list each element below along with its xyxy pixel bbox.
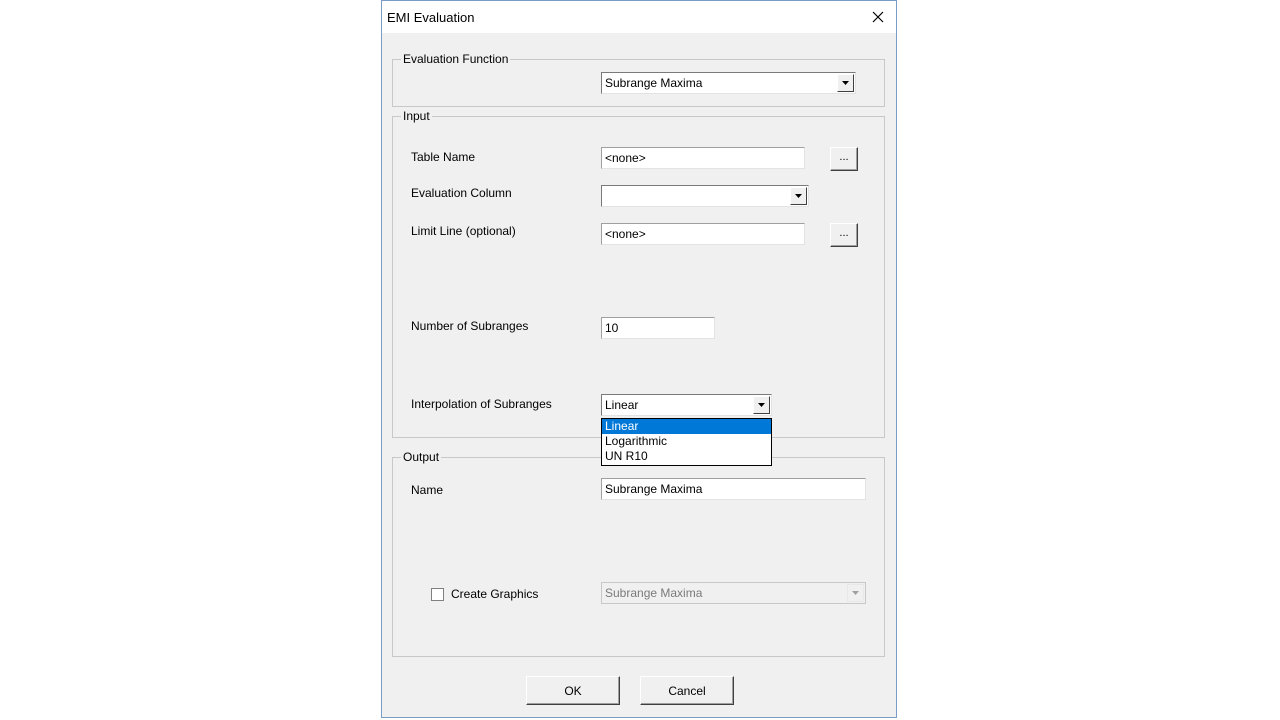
output-legend: Output [401,450,442,464]
evaluation-function-select[interactable]: Subrange Maxima [601,72,856,94]
create-graphics-label[interactable]: Create Graphics [451,587,538,601]
limit-line-label: Limit Line (optional) [411,224,516,238]
table-name-label: Table Name [411,150,476,164]
output-name-field[interactable]: Subrange Maxima [601,478,866,500]
title-bar: EMI Evaluation [382,1,896,33]
cancel-button[interactable]: Cancel [640,676,734,705]
dropdown-arrow-icon[interactable] [837,74,854,92]
table-name-field[interactable]: <none> [601,147,805,169]
evaluation-column-select[interactable] [601,185,809,207]
limit-line-field[interactable]: <none> [601,223,805,245]
dropdown-option-linear[interactable]: Linear [602,419,771,434]
interpolation-select[interactable]: Linear [601,394,772,416]
evaluation-function-legend: Evaluation Function [401,52,511,66]
close-icon [872,11,884,23]
dropdown-arrow-icon[interactable] [790,187,807,205]
number-of-subranges-label: Number of Subranges [411,319,529,333]
evaluation-column-label: Evaluation Column [411,186,512,200]
ok-button[interactable]: OK [526,676,620,705]
table-name-browse-button[interactable]: ... [830,147,858,171]
window-title: EMI Evaluation [387,10,475,25]
number-of-subranges-field[interactable]: 10 [601,317,715,339]
dropdown-arrow-icon[interactable] [753,396,770,414]
output-name-label: Name [411,483,444,497]
interpolation-dropdown-list: Linear Logarithmic UN R10 [601,418,772,466]
interpolation-label: Interpolation of Subranges [411,397,552,411]
input-legend: Input [401,109,432,123]
create-graphics-checkbox[interactable] [431,588,444,601]
dropdown-option-un-r10[interactable]: UN R10 [602,449,771,464]
dropdown-arrow-icon [847,584,864,602]
emi-evaluation-dialog: EMI Evaluation Evaluation Function Subra… [381,0,897,718]
graphics-select: Subrange Maxima [601,582,866,604]
dropdown-option-logarithmic[interactable]: Logarithmic [602,434,771,449]
close-button[interactable] [860,1,896,33]
limit-line-browse-button[interactable]: ... [830,223,858,247]
